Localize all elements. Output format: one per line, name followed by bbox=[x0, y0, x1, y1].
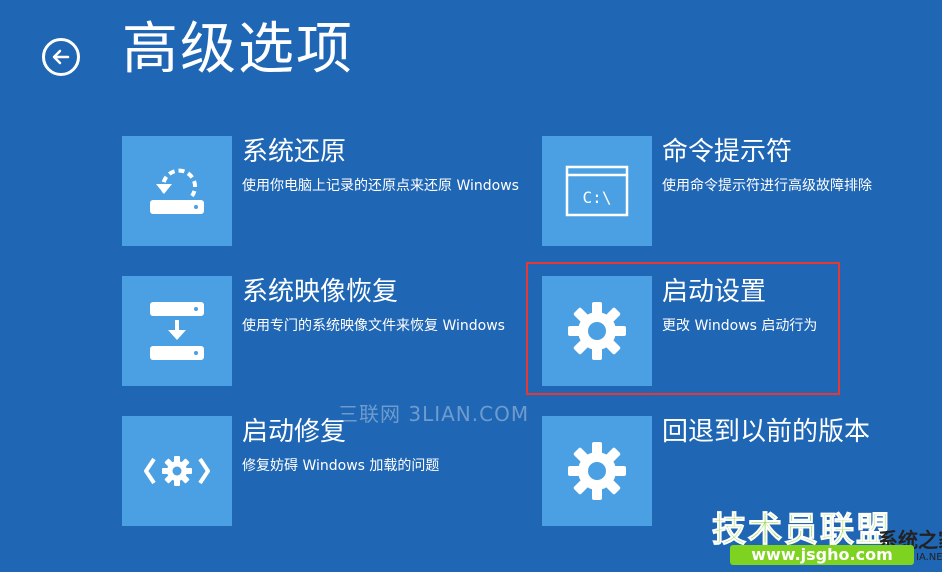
option-tile bbox=[122, 136, 232, 246]
option-description: 更改 Windows 启动行为 bbox=[662, 318, 818, 334]
option-description: 使用你电脑上记录的还原点来还原 Windows bbox=[242, 178, 519, 194]
image-recovery-icon bbox=[150, 302, 204, 360]
option-title: 系统还原 bbox=[242, 137, 347, 167]
watermark-url: www.jsgho.com bbox=[730, 545, 914, 565]
option-tile bbox=[122, 416, 232, 526]
option-title: 命令提示符 bbox=[662, 137, 793, 167]
option-tile bbox=[122, 276, 232, 386]
system-restore-icon bbox=[150, 168, 204, 214]
option-title: 启动设置 bbox=[662, 277, 767, 307]
option-startup-settings[interactable]: 启动设置 更改 Windows 启动行为 bbox=[542, 276, 922, 386]
gear-icon bbox=[568, 302, 626, 360]
command-prompt-icon: C:\ bbox=[565, 165, 629, 217]
watermark-brand: 技术员联盟 bbox=[712, 510, 892, 551]
back-button[interactable] bbox=[42, 38, 80, 76]
option-startup-repair[interactable]: 启动修复 修复妨碍 Windows 加载的问题 bbox=[122, 416, 502, 526]
startup-repair-icon bbox=[144, 456, 210, 486]
option-description: 使用命令提示符进行高级故障排除 bbox=[662, 178, 872, 194]
option-command-prompt[interactable]: C:\ 命令提示符 使用命令提示符进行高级故障排除 bbox=[542, 136, 922, 246]
option-tile bbox=[542, 276, 652, 386]
watermark-net: IA.NET bbox=[916, 552, 942, 563]
option-system-image-recovery[interactable]: 系统映像恢复 使用专门的系统映像文件来恢复 Windows bbox=[122, 276, 505, 386]
option-title: 启动修复 bbox=[242, 417, 347, 447]
option-tile: C:\ bbox=[542, 136, 652, 246]
option-system-restore[interactable]: 系统还原 使用你电脑上记录的还原点来还原 Windows bbox=[122, 136, 519, 246]
page-title: 高级选项 bbox=[122, 17, 354, 82]
option-title: 系统映像恢复 bbox=[242, 277, 399, 307]
option-description: 修复妨碍 Windows 加载的问题 bbox=[242, 458, 440, 474]
option-tile bbox=[542, 416, 652, 526]
option-description: 使用专门的系统映像文件来恢复 Windows bbox=[242, 318, 505, 334]
back-arrow-icon bbox=[52, 49, 70, 65]
option-title: 回退到以前的版本 bbox=[662, 417, 871, 447]
command-prompt-label: C:\ bbox=[583, 188, 612, 207]
gear-icon bbox=[568, 442, 626, 500]
watermark-3lian: 三联网 3LIAN.COM bbox=[338, 402, 530, 426]
watermark-jsgho: 技术员联盟 系统之家 www.jsgho.com IA.NET bbox=[710, 502, 942, 572]
